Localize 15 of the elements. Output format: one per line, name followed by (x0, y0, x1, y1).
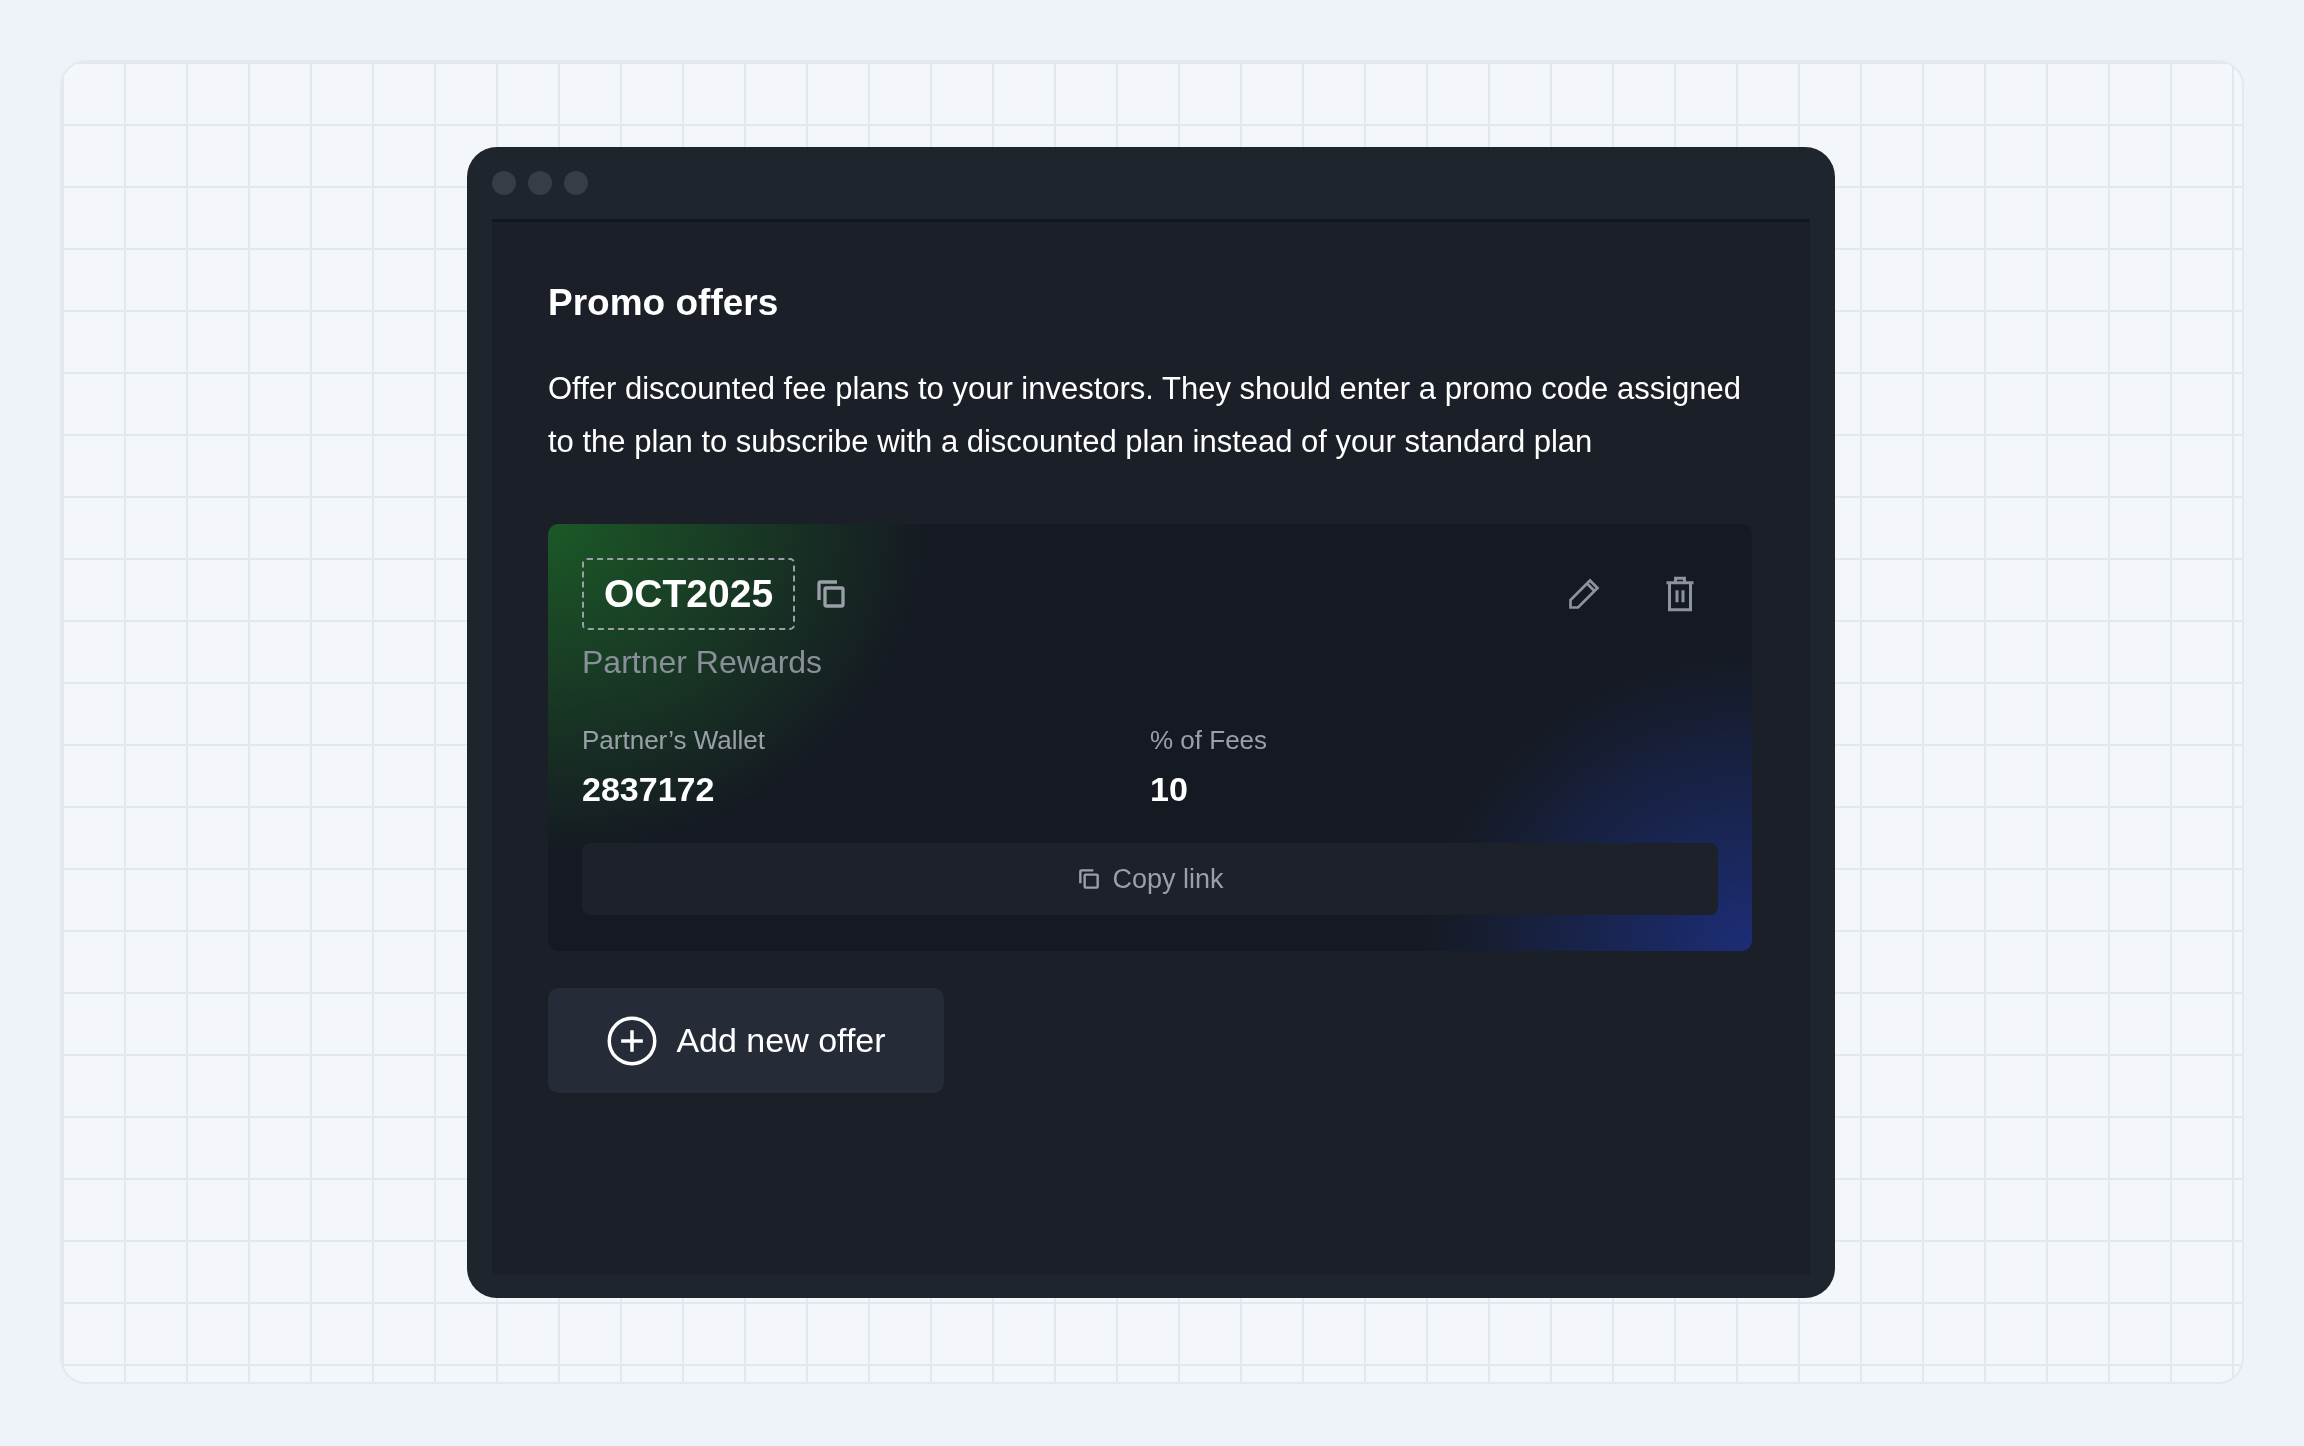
field-label: Partner’s Wallet (582, 725, 766, 756)
field-value: 2837172 (582, 770, 715, 809)
description-text: Offer discounted fee plans to your investors. They should enter a promo code assigned to the plan to subscribe with a discounted plan instead of your standard plan (548, 370, 1743, 461)
window-dot[interactable] (492, 171, 516, 195)
window-dot[interactable] (528, 171, 552, 195)
edit-icon[interactable] (1566, 576, 1602, 612)
field-label: % of Fees (1150, 725, 1268, 756)
offer-name: Partner Rewards (582, 644, 824, 681)
promo-code: OCT2025 (582, 558, 796, 630)
field-value: 10 (1150, 770, 1188, 809)
window-dot[interactable] (564, 171, 588, 195)
plus-circle-icon (606, 1014, 659, 1067)
add-offer-button[interactable]: Add new offer (548, 988, 944, 1093)
section-title: Promo offers (548, 282, 780, 324)
copy-link-button[interactable]: Copy link (582, 843, 1718, 915)
